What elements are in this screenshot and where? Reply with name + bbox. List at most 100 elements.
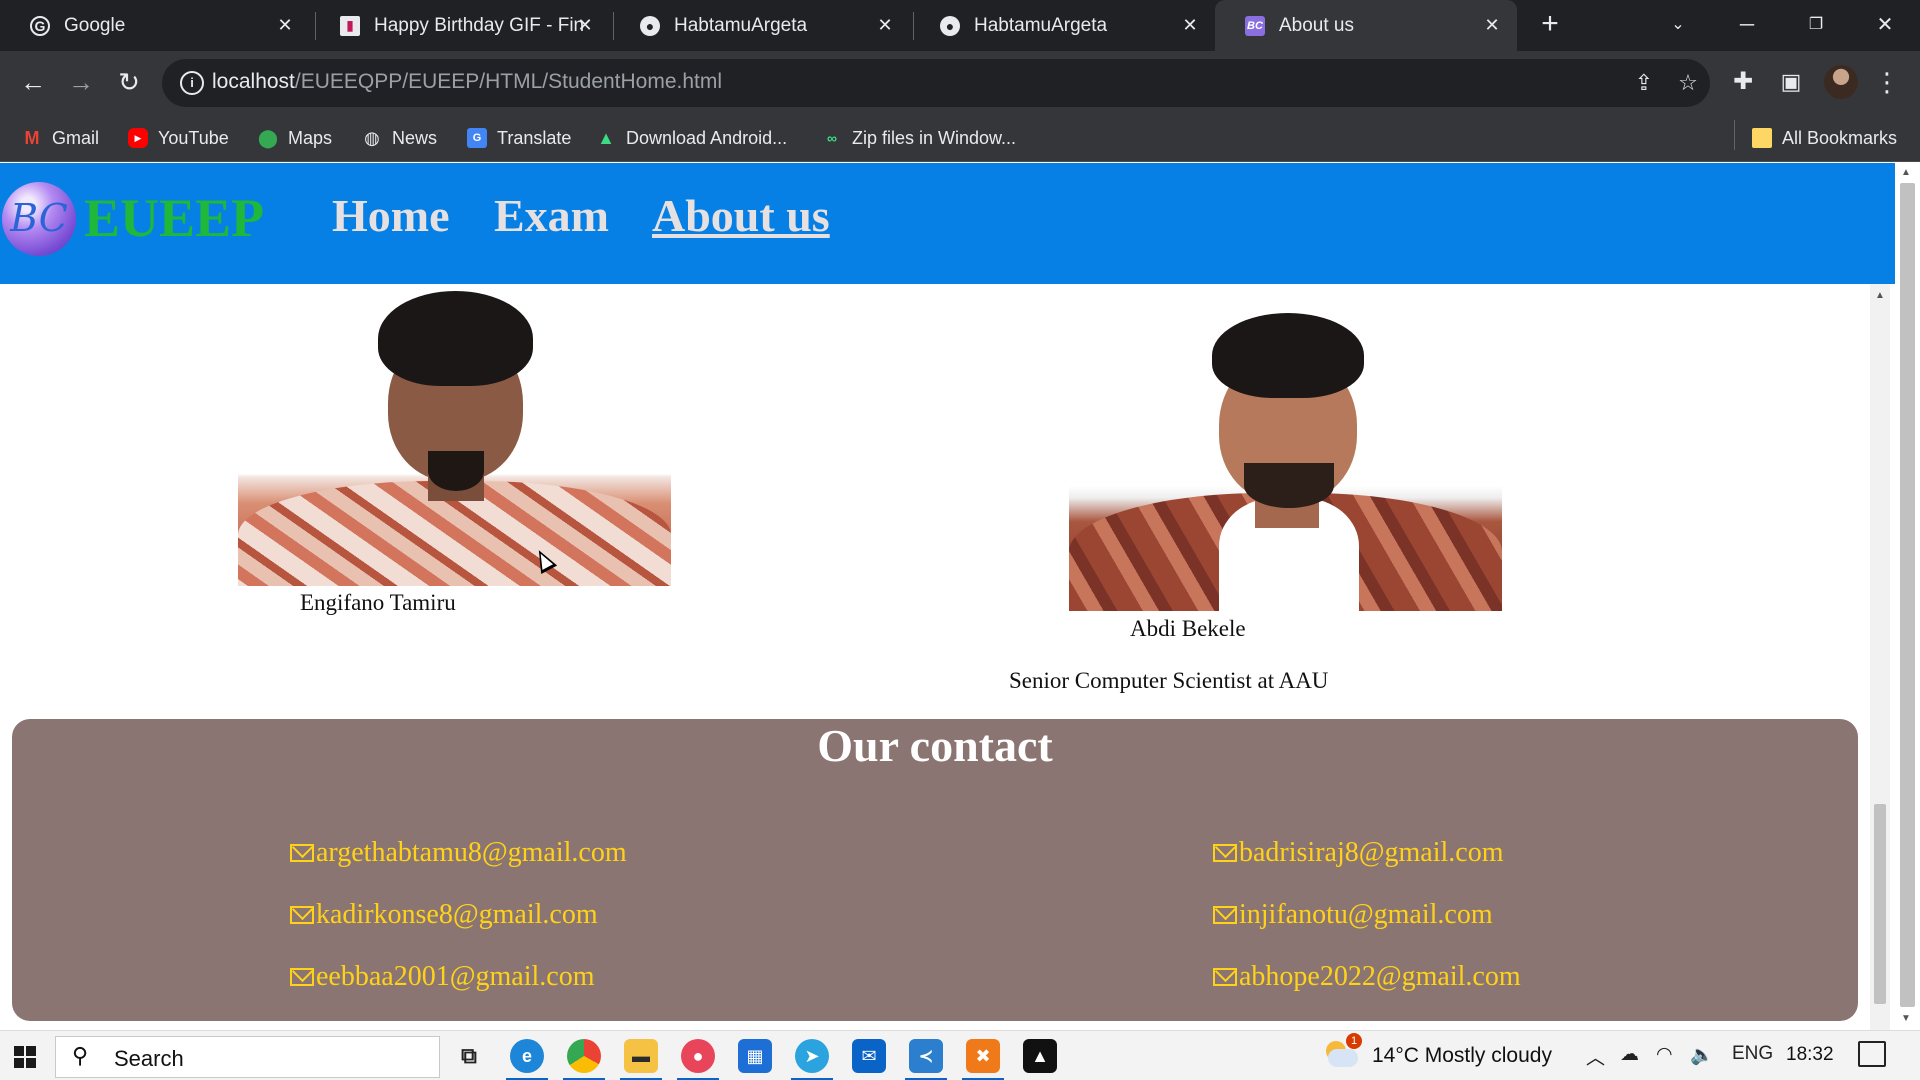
- new-tab-button[interactable]: +: [1535, 9, 1565, 40]
- file-explorer-icon[interactable]: ▬: [624, 1039, 658, 1073]
- mail-icon: [1213, 906, 1237, 924]
- email-link[interactable]: injifanotu@gmail.com: [1213, 899, 1493, 931]
- edge-icon[interactable]: e: [510, 1039, 544, 1073]
- xampp-icon[interactable]: ✖: [966, 1039, 1000, 1073]
- bc-logo[interactable]: BC: [2, 182, 76, 256]
- restore-button[interactable]: ❐: [1793, 8, 1839, 42]
- extensions-puzzle-icon[interactable]: ✚: [1726, 65, 1760, 99]
- scroll-up-arrow-icon[interactable]: ▲: [1874, 290, 1886, 302]
- nav-about-us[interactable]: About us: [652, 189, 830, 242]
- inner-scrollbar[interactable]: ▲: [1870, 284, 1890, 1030]
- github-icon: ●: [640, 15, 660, 36]
- site-info-icon[interactable]: i: [180, 71, 204, 95]
- bookmark-youtube[interactable]: ▶ YouTube: [128, 126, 229, 150]
- maps-pin-icon: ⬤: [257, 127, 279, 148]
- mail-icon: [290, 844, 314, 862]
- all-bookmarks[interactable]: All Bookmarks: [1752, 126, 1897, 150]
- mail-icon: [1213, 968, 1237, 986]
- email-link[interactable]: badrisiraj8@gmail.com: [1213, 837, 1504, 869]
- team-name-abdi: Abdi Bekele: [1130, 616, 1246, 641]
- chrome-icon[interactable]: [567, 1039, 601, 1073]
- bookmark-download-android[interactable]: ▲ Download Android...: [596, 126, 787, 150]
- mail-app-icon[interactable]: ✉: [852, 1039, 886, 1073]
- mail-icon: [290, 906, 314, 924]
- share-icon[interactable]: ⇪: [1630, 69, 1658, 97]
- tab-about-us[interactable]: BC About us ✕: [1215, 0, 1517, 51]
- bookmark-news[interactable]: ◍ News: [362, 126, 437, 150]
- store-icon[interactable]: ▦: [738, 1039, 772, 1073]
- vscode-icon[interactable]: ≺: [909, 1039, 943, 1073]
- page-scrollbar[interactable]: ▲ ▼: [1895, 163, 1920, 1030]
- tab-google[interactable]: G Google ✕: [0, 0, 310, 51]
- browser-toolbar: ← → ↻ i localhost/EUEEQPP/EUEEP/HTML/Stu…: [0, 51, 1920, 114]
- android-icon: ▲: [597, 127, 615, 148]
- tab-github-1[interactable]: ● HabtamuArgeta ✕: [610, 0, 910, 51]
- reload-icon[interactable]: ↻: [112, 65, 146, 99]
- volume-icon[interactable]: 🔈: [1690, 1043, 1714, 1067]
- tab-giphy[interactable]: ▮ Happy Birthday GIF - Find ✕: [310, 0, 610, 51]
- recorder-icon[interactable]: ●: [681, 1039, 715, 1073]
- tray-chevron-up-icon[interactable]: ︿: [1586, 1043, 1605, 1070]
- windows-taskbar: ⚲ Search ⧉ e ▬ ● ▦ ➤ ✉ ≺ ✖ ▲ 1 14°C Most…: [0, 1030, 1920, 1080]
- scroll-down-arrow-icon[interactable]: ▼: [1901, 1013, 1911, 1024]
- minimize-button[interactable]: ─: [1724, 8, 1770, 42]
- bookmark-zip-files[interactable]: ∞ Zip files in Window...: [822, 126, 1016, 150]
- task-view-icon[interactable]: ⧉: [452, 1039, 486, 1073]
- email-link[interactable]: kadirkonse8@gmail.com: [290, 899, 598, 931]
- scroll-up-arrow-icon[interactable]: ▲: [1901, 167, 1911, 178]
- hair-shape: [1212, 313, 1364, 398]
- close-icon[interactable]: ✕: [274, 14, 296, 36]
- bc-icon: BC: [1245, 15, 1265, 36]
- page-viewport: BC EUEEP Home Exam About us Engifano Tam…: [0, 163, 1920, 1030]
- team-role-abdi: Senior Computer Scientist at AAU: [1009, 668, 1329, 693]
- page-scrollbar-thumb[interactable]: [1900, 183, 1915, 1007]
- nav-home[interactable]: Home: [332, 189, 450, 242]
- menu-dots-icon[interactable]: ⋮: [1870, 65, 1904, 99]
- side-panel-icon[interactable]: ▣: [1774, 65, 1808, 99]
- close-icon[interactable]: ✕: [574, 14, 596, 36]
- close-icon[interactable]: ✕: [1179, 14, 1201, 36]
- bookmark-gmail[interactable]: M Gmail: [22, 126, 100, 150]
- inner-scrollbar-thumb[interactable]: [1874, 804, 1886, 1004]
- search-icon: ⚲: [72, 1043, 89, 1068]
- taskbar-search-box[interactable]: ⚲ Search: [55, 1036, 440, 1078]
- nav-exam[interactable]: Exam: [494, 189, 609, 242]
- close-icon[interactable]: ✕: [1481, 14, 1503, 36]
- browser-tab-strip: G Google ✕ ▮ Happy Birthday GIF - Find ✕…: [0, 0, 1920, 51]
- globe-icon: ◍: [364, 127, 380, 148]
- site-navbar: BC EUEEP Home Exam About us: [0, 163, 1920, 284]
- tab-github-2[interactable]: ● HabtamuArgeta ✕: [910, 0, 1215, 51]
- bookmark-maps[interactable]: ⬤ Maps: [258, 126, 332, 150]
- weather-cloud-icon[interactable]: 1: [1322, 1033, 1362, 1071]
- bookmark-translate[interactable]: G Translate: [467, 126, 571, 150]
- forward-arrow-icon[interactable]: →: [64, 65, 98, 99]
- notification-center-icon[interactable]: [1858, 1041, 1886, 1067]
- contact-title: Our contact: [817, 720, 1053, 771]
- window-close-button[interactable]: ✕: [1862, 8, 1908, 42]
- hair-shape: [378, 291, 533, 386]
- team-name-engifano: Engifano Tamiru: [300, 590, 456, 615]
- bookmark-star-icon[interactable]: ☆: [1674, 69, 1702, 97]
- windows-start-icon[interactable]: [14, 1046, 36, 1068]
- weather-text[interactable]: 14°C Mostly cloudy: [1372, 1044, 1552, 1068]
- mail-icon: [290, 968, 314, 986]
- affinity-icon[interactable]: ▲: [1023, 1039, 1057, 1073]
- site-logo-text[interactable]: EUEEP: [84, 187, 264, 249]
- email-link[interactable]: argethabtamu8@gmail.com: [290, 837, 627, 869]
- bookmarks-divider: [1734, 120, 1735, 150]
- wifi-icon[interactable]: ◠: [1656, 1043, 1673, 1066]
- email-link[interactable]: abhope2022@gmail.com: [1213, 961, 1521, 993]
- close-icon[interactable]: ✕: [874, 14, 896, 36]
- tab-search-chevron-icon[interactable]: ⌄: [1655, 8, 1701, 42]
- back-arrow-icon[interactable]: ←: [16, 65, 50, 99]
- team-photo-abdi: [1069, 313, 1502, 611]
- onedrive-cloud-icon[interactable]: ☁: [1620, 1043, 1639, 1066]
- beard-shape: [1244, 463, 1334, 508]
- clock[interactable]: 18:32: [1786, 1044, 1834, 1066]
- email-link[interactable]: eebbaa2001@gmail.com: [290, 961, 594, 993]
- mail-icon: [1213, 844, 1237, 862]
- language-indicator[interactable]: ENG: [1732, 1043, 1773, 1065]
- telegram-icon[interactable]: ➤: [795, 1039, 829, 1073]
- address-bar[interactable]: i localhost/EUEEQPP/EUEEP/HTML/StudentHo…: [162, 59, 1710, 107]
- profile-avatar[interactable]: [1824, 65, 1858, 99]
